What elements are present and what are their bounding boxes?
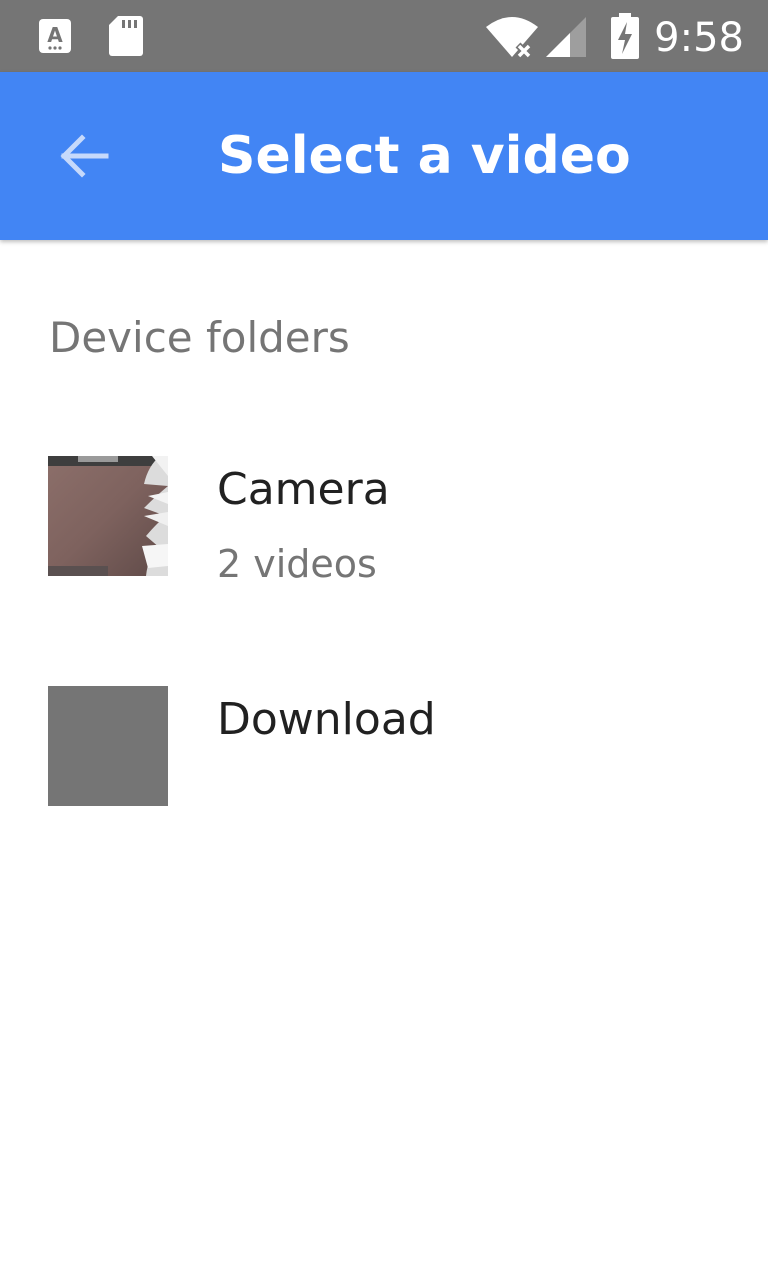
app-bar: Select a video xyxy=(0,72,768,240)
folder-name: Camera xyxy=(217,464,390,515)
status-bar: A 9:58 xyxy=(0,0,768,72)
folder-thumbnail-placeholder xyxy=(48,686,168,806)
cell-signal-icon xyxy=(544,15,588,64)
folder-video-count: 2 videos xyxy=(217,542,377,586)
battery-charging-icon xyxy=(610,12,640,65)
wifi-no-internet-icon xyxy=(484,15,540,64)
sd-card-icon xyxy=(108,15,144,62)
svg-text:A: A xyxy=(47,23,63,47)
arrow-back-icon xyxy=(58,134,110,183)
folder-item-camera[interactable]: Camera 2 videos xyxy=(0,456,768,636)
folder-item-download[interactable]: Download xyxy=(0,686,768,866)
folder-thumbnail xyxy=(48,456,168,576)
font-a-icon: A xyxy=(38,18,72,59)
section-header: Device folders xyxy=(49,313,350,362)
back-button[interactable] xyxy=(44,116,124,196)
folder-name: Download xyxy=(217,694,436,745)
clock: 9:58 xyxy=(654,15,744,61)
page-title: Select a video xyxy=(218,126,631,186)
